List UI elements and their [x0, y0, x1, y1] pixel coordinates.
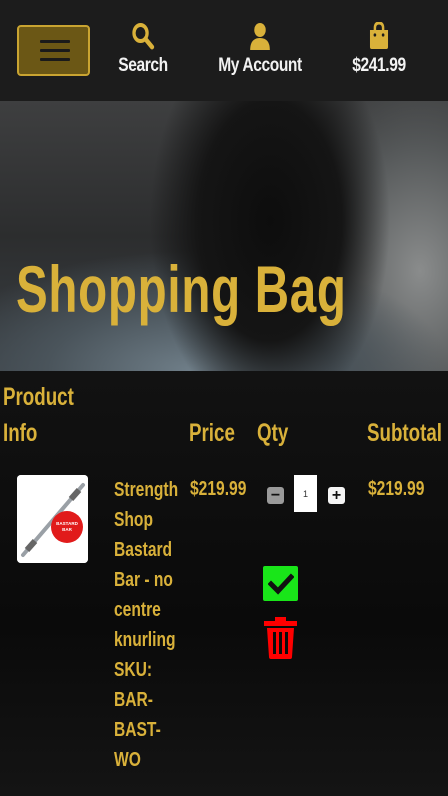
column-header-price: Price: [189, 419, 235, 447]
hamburger-icon: [40, 40, 70, 43]
menu-toggle-button[interactable]: [17, 25, 90, 76]
shopping-bag-icon: [369, 22, 389, 49]
product-name-line: knurling: [114, 629, 176, 651]
checkmark-icon: [267, 572, 294, 595]
product-sku-line: BAR-: [114, 689, 153, 711]
column-header-product-info-label: Product Info: [3, 383, 74, 447]
barbell-image: BASTARD BAR: [17, 475, 88, 563]
svg-text:BAR: BAR: [62, 527, 72, 532]
product-name-line: Bar - no: [114, 569, 173, 591]
product-name-line: Bastard: [114, 539, 173, 561]
item-price: $219.99: [190, 478, 247, 500]
column-header-qty: Qty: [257, 419, 289, 447]
quantity-input[interactable]: [294, 475, 317, 512]
site-header: Search My Account $241.99: [0, 0, 448, 101]
product-sku-line: BAST-WO: [114, 719, 161, 771]
column-header-product-info: Product Info: [3, 379, 86, 451]
product-name[interactable]: Strength Shop Bastard Bar - no centre kn…: [114, 475, 184, 775]
update-quantity-button[interactable]: [263, 566, 298, 601]
minus-icon: −: [270, 486, 281, 504]
svg-text:BASTARD: BASTARD: [56, 521, 78, 526]
product-name-line: Strength: [114, 479, 179, 501]
search-label: Search: [118, 55, 168, 76]
my-account-label: My Account: [218, 55, 302, 76]
hamburger-icon-bar: [40, 49, 70, 52]
remove-item-button[interactable]: [263, 617, 298, 659]
product-image[interactable]: BASTARD BAR: [17, 475, 88, 563]
item-subtotal: $219.99: [368, 478, 425, 500]
search-link[interactable]: Search: [113, 22, 174, 77]
hamburger-icon-bar: [40, 58, 70, 61]
page-title: Shopping Bag: [16, 252, 347, 326]
bag-total: $241.99: [352, 55, 406, 76]
user-icon: [250, 23, 270, 50]
product-name-line: Shop: [114, 509, 153, 531]
product-sku-label: SKU:: [114, 659, 153, 681]
product-name-line: centre: [114, 599, 161, 621]
cart-table: Product Info Price Qty Subtotal BASTARD …: [0, 371, 448, 796]
plus-icon: +: [331, 486, 342, 504]
shopping-bag-link[interactable]: $241.99: [345, 22, 412, 77]
search-icon: [132, 23, 155, 50]
trash-icon: [264, 617, 297, 659]
my-account-link[interactable]: My Account: [211, 22, 309, 77]
increase-quantity-button[interactable]: +: [328, 487, 345, 504]
column-header-subtotal: Subtotal: [367, 419, 442, 447]
hero-banner: Shopping Bag: [0, 101, 448, 371]
decrease-quantity-button[interactable]: −: [267, 487, 284, 504]
